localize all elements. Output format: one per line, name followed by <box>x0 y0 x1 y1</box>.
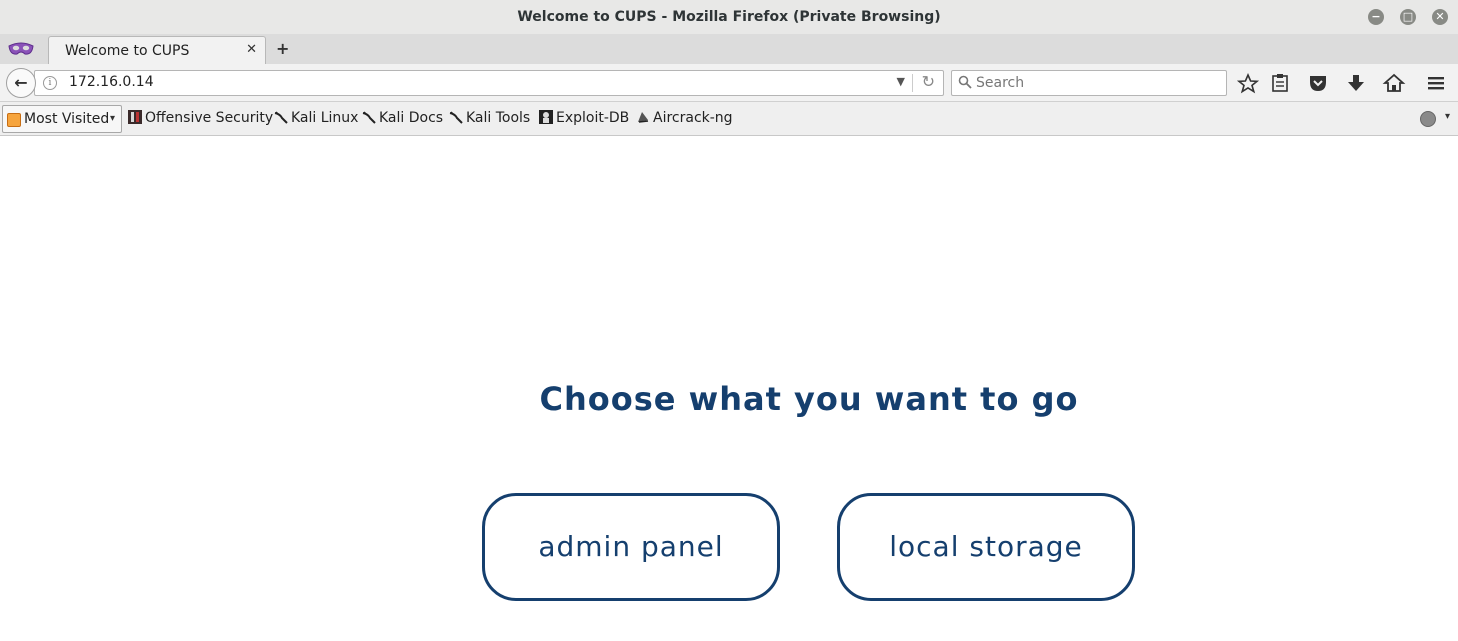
window-title: Welcome to CUPS - Mozilla Firefox (Priva… <box>517 9 941 25</box>
download-icon[interactable] <box>1344 72 1368 94</box>
reading-list-icon[interactable] <box>1268 72 1292 94</box>
navigation-toolbar: i 172.16.0.14 ▼ ↻ ← <box>0 64 1458 102</box>
url-history-dropdown-icon[interactable]: ▼ <box>897 75 905 88</box>
search-icon <box>958 75 972 89</box>
aircrack-icon <box>638 112 649 123</box>
close-tab-icon[interactable]: ✕ <box>246 42 257 57</box>
chevron-down-icon[interactable]: ▾ <box>1445 111 1450 122</box>
bookmark-label: Exploit-DB <box>556 110 630 126</box>
exploitdb-icon <box>539 110 553 124</box>
bookmark-star-icon[interactable] <box>1236 72 1260 94</box>
bookmark-label: Kali Linux <box>291 110 359 126</box>
bookmark-label: Kali Tools <box>466 110 531 126</box>
chevron-down-icon: ▾ <box>109 113 115 124</box>
url-text[interactable]: 172.16.0.14 <box>69 74 154 90</box>
offsec-icon <box>128 110 142 124</box>
bookmark-label: Offensive Security <box>145 110 274 126</box>
kali-icon <box>362 111 376 124</box>
back-button[interactable]: ← <box>6 68 36 98</box>
menu-icon[interactable] <box>1424 72 1448 94</box>
tab-welcome-to-cups[interactable]: Welcome to CUPS ✕ <box>48 36 266 66</box>
search-bar[interactable] <box>951 70 1227 96</box>
new-tab-icon[interactable]: + <box>276 39 289 58</box>
bookmarks-toolbar: Most Visited ▾ Offensive Security Kali L… <box>0 102 1458 136</box>
bookmark-aircrack-ng[interactable]: Aircrack-ng <box>636 110 733 130</box>
bookmark-kali-docs[interactable]: Kali Docs <box>362 110 443 130</box>
page-content: Choose what you want to go admin panel l… <box>0 137 1458 641</box>
kali-icon <box>274 111 288 124</box>
home-icon[interactable] <box>1382 72 1406 94</box>
most-visited-label: Most Visited <box>24 111 110 127</box>
page-heading: Choose what you want to go <box>539 380 1079 418</box>
url-bar[interactable]: i 172.16.0.14 ▼ ↻ <box>34 70 944 96</box>
window-controls: − □ ✕ <box>1368 9 1448 25</box>
local-storage-button[interactable]: local storage <box>837 493 1135 601</box>
most-visited-button[interactable]: Most Visited ▾ <box>2 105 122 133</box>
private-browsing-icon <box>8 42 34 55</box>
tab-strip: Welcome to CUPS ✕ + <box>0 34 1458 66</box>
close-window-icon[interactable]: ✕ <box>1432 9 1448 25</box>
site-info-icon[interactable]: i <box>43 76 57 90</box>
minimize-icon[interactable]: − <box>1368 9 1384 25</box>
search-input[interactable] <box>976 73 1216 93</box>
bookmark-offensive-security[interactable]: Offensive Security <box>128 110 273 130</box>
globe-icon[interactable] <box>1420 111 1436 127</box>
kali-icon <box>449 111 463 124</box>
bookmark-kali-tools[interactable]: Kali Tools <box>449 110 530 130</box>
maximize-icon[interactable]: □ <box>1400 9 1416 25</box>
bookmark-label: Kali Docs <box>379 110 444 126</box>
bookmark-exploit-db[interactable]: Exploit-DB <box>539 110 629 130</box>
bookmark-label: Aircrack-ng <box>653 110 733 126</box>
bookmark-kali-linux[interactable]: Kali Linux <box>274 110 358 130</box>
reload-icon[interactable]: ↻ <box>922 72 935 91</box>
window-titlebar: Welcome to CUPS - Mozilla Firefox (Priva… <box>0 0 1458 34</box>
tab-title: Welcome to CUPS <box>65 43 190 59</box>
folder-icon <box>7 113 21 127</box>
pocket-icon[interactable] <box>1306 72 1330 94</box>
url-separator <box>912 74 913 92</box>
admin-panel-button[interactable]: admin panel <box>482 493 780 601</box>
